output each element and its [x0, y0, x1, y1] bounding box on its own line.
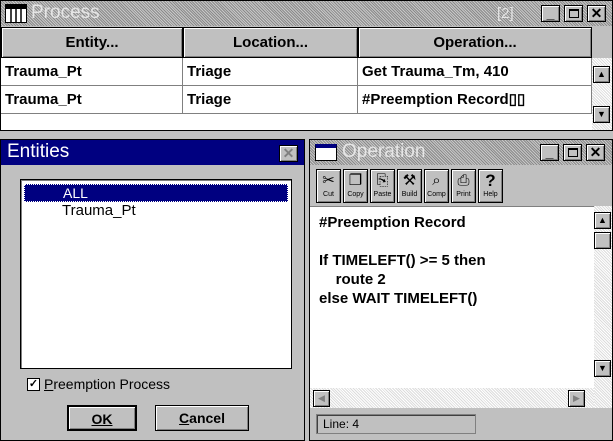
cancel-button[interactable]: Cancel — [155, 405, 249, 431]
paste-icon: ⎘ — [376, 172, 389, 189]
code-line: If TIMELEFT() >= 5 then — [319, 252, 486, 269]
close-button[interactable]: ✕ — [587, 5, 606, 22]
column-header-operation[interactable]: Operation... — [358, 27, 592, 58]
scroll-thumb[interactable] — [594, 232, 611, 249]
paste-label: Paste — [373, 191, 392, 198]
location-cell[interactable]: Triage — [183, 58, 358, 86]
help-icon: ? — [485, 171, 496, 190]
entities-titlebar[interactable]: Entities ✕ — [1, 140, 304, 165]
maximize-icon — [567, 148, 578, 157]
cancel-label: Cancel — [179, 410, 225, 426]
list-item-label: Trauma_Pt — [62, 202, 136, 219]
operation-titlebar[interactable]: Operation _ ✕ — [310, 140, 612, 165]
code-line: #Preemption Record — [319, 214, 466, 231]
checkbox-box[interactable]: ✓ — [27, 378, 40, 391]
minimize-button[interactable]: _ — [540, 144, 559, 161]
build-button[interactable]: ⚒ Build — [397, 169, 422, 203]
operation-title: Operation — [342, 141, 426, 162]
cancel-rest: ancel — [189, 410, 225, 426]
comp-button[interactable]: ⌕ Comp — [424, 169, 449, 203]
minimize-button[interactable]: _ — [541, 5, 560, 22]
column-header-location[interactable]: Location... — [183, 27, 358, 58]
column-header-entity[interactable]: Entity... — [1, 27, 183, 58]
scroll-left-button[interactable]: ◀ — [313, 390, 330, 407]
dialog-close-button[interactable]: ✕ — [279, 145, 298, 162]
process-scrollbar[interactable]: ▲ ▼ — [592, 58, 612, 130]
comp-label: Comp — [427, 191, 446, 198]
help-button[interactable]: ? Help — [478, 169, 503, 203]
entities-title: Entities — [7, 141, 70, 162]
operation-cell[interactable]: #Preemption Record▯▯ — [358, 86, 592, 114]
operation-toolbar: ✂ Cut ❐ Copy ⎘ Paste ⚒ Build ⌕ Comp ⎙ Pr… — [310, 166, 612, 206]
printer-icon: ⎙ — [457, 172, 470, 189]
operation-window: Operation _ ✕ ✂ Cut ❐ Copy ⎘ Paste ⚒ Bui… — [309, 139, 613, 441]
process-titlebar[interactable]: Process [2] _ ✕ — [1, 1, 612, 26]
scroll-down-button[interactable]: ▼ — [594, 360, 611, 377]
editor-vertical-scrollbar[interactable]: ▲ ▼ — [594, 206, 612, 408]
window-icon — [315, 144, 337, 161]
entities-listbox[interactable]: ALL Trauma_Pt — [20, 179, 292, 369]
scissors-icon: ✂ — [322, 172, 335, 189]
help-label: Help — [483, 191, 498, 198]
entity-cell[interactable]: Trauma_Pt — [1, 58, 183, 86]
code-line: else WAIT TIMELEFT() — [319, 290, 478, 307]
entity-cell[interactable]: Trauma_Pt — [1, 86, 183, 114]
process-badge: [2] — [497, 5, 514, 22]
table-filler — [1, 114, 592, 130]
checkbox-label-rest: reemption Process — [53, 376, 171, 392]
checkbox-label-accel: P — [44, 376, 54, 392]
process-window: Process [2] _ ✕ Entity... Location... Op… — [0, 0, 613, 131]
list-item[interactable]: ALL — [24, 184, 288, 202]
maximize-button[interactable] — [563, 144, 582, 161]
location-cell[interactable]: Triage — [183, 86, 358, 114]
ok-button[interactable]: OK — [67, 405, 137, 431]
print-button[interactable]: ⎙ Print — [451, 169, 476, 203]
ok-label: OK — [91, 411, 113, 427]
paste-button[interactable]: ⎘ Paste — [370, 169, 395, 203]
scroll-down-button[interactable]: ▼ — [593, 106, 610, 123]
code-line: route 2 — [319, 271, 386, 288]
scroll-right-button[interactable]: ▶ — [568, 390, 585, 407]
operation-cell[interactable]: Get Trauma_Tm, 410 — [358, 58, 592, 86]
table-icon — [5, 4, 27, 23]
maximize-icon — [568, 9, 579, 18]
scroll-up-button[interactable]: ▲ — [594, 212, 611, 229]
process-title: Process — [31, 2, 100, 23]
print-label: Print — [456, 191, 471, 198]
close-button[interactable]: ✕ — [586, 144, 605, 161]
cut-label: Cut — [323, 191, 334, 198]
build-label: Build — [401, 191, 418, 198]
entities-dialog: Entities ✕ ALL Trauma_Pt ✓ Preemption Pr… — [0, 139, 305, 441]
scroll-up-button[interactable]: ▲ — [593, 66, 610, 83]
list-item[interactable]: Trauma_Pt — [24, 202, 288, 220]
maximize-button[interactable] — [564, 5, 583, 22]
status-text: Line: 4 — [323, 417, 360, 431]
magnifier-icon: ⌕ — [432, 172, 441, 189]
status-bar: Line: 4 — [316, 414, 476, 434]
cut-button[interactable]: ✂ Cut — [316, 169, 341, 203]
copy-button[interactable]: ❐ Copy — [343, 169, 368, 203]
cancel-accel: C — [179, 410, 190, 426]
copy-icon: ❐ — [348, 172, 363, 189]
list-item-label: ALL — [63, 185, 88, 201]
code-editor[interactable]: #Preemption Record If TIMELEFT() >= 5 th… — [310, 206, 594, 408]
editor-horizontal-scrollbar[interactable]: ◀ ▶ — [310, 388, 594, 408]
copy-label: Copy — [347, 191, 364, 198]
hammer-icon: ⚒ — [402, 172, 417, 189]
checkbox-label: Preemption Process — [44, 376, 170, 392]
preemption-checkbox[interactable]: ✓ Preemption Process — [27, 376, 227, 394]
